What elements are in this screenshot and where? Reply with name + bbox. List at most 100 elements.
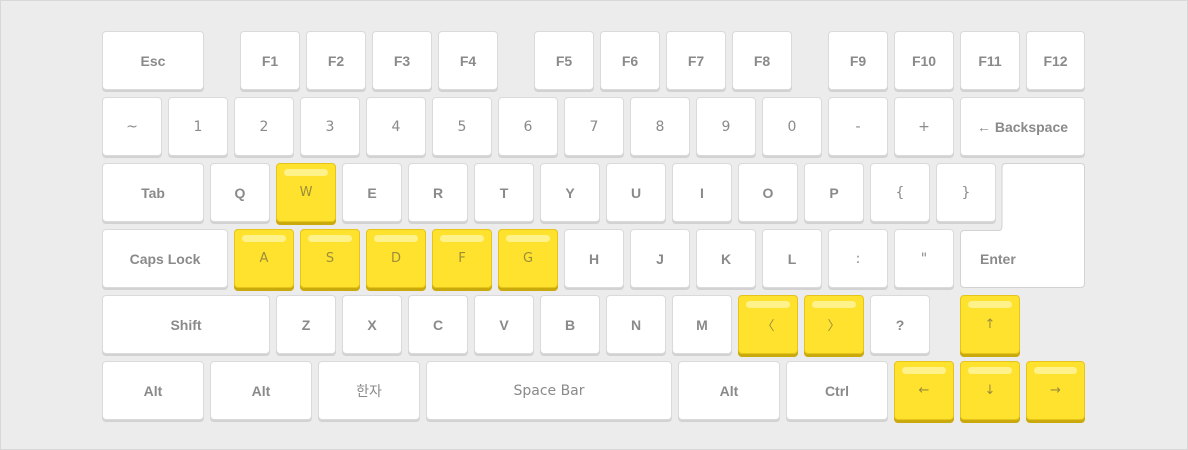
- key-u[interactable]: U: [606, 163, 666, 222]
- key-7[interactable]: 7: [564, 97, 624, 156]
- key-label: L: [787, 250, 797, 267]
- key-a[interactable]: A: [234, 229, 294, 288]
- key-3[interactable]: 3: [300, 97, 360, 156]
- key-plus[interactable]: +: [894, 97, 954, 156]
- key-h[interactable]: H: [564, 229, 624, 288]
- key-arrow-down[interactable]: ↓: [960, 361, 1020, 420]
- key-space-bar[interactable]: Space Bar: [426, 361, 672, 420]
- key-i[interactable]: I: [672, 163, 732, 222]
- key-label: N: [630, 316, 642, 333]
- key-1[interactable]: 1: [168, 97, 228, 156]
- key-label: Caps Lock: [129, 250, 201, 267]
- key-label: F11: [978, 52, 1002, 69]
- key-f12[interactable]: F12: [1026, 31, 1085, 90]
- key-label: Alt: [719, 382, 739, 399]
- key-alt-right[interactable]: Alt: [678, 361, 780, 420]
- key-f11[interactable]: F11: [960, 31, 1020, 90]
- key-minus[interactable]: -: [828, 97, 888, 156]
- key-left-brace[interactable]: {: [870, 163, 930, 222]
- key-label: Alt: [251, 382, 271, 399]
- key-0[interactable]: 0: [762, 97, 822, 156]
- key-f2[interactable]: F2: [306, 31, 366, 90]
- key-label: Space Bar: [513, 382, 585, 399]
- key-esc[interactable]: Esc: [102, 31, 204, 90]
- key-question[interactable]: ?: [870, 295, 930, 354]
- key-f3[interactable]: F3: [372, 31, 432, 90]
- key-period[interactable]: 〉: [804, 295, 864, 354]
- key-right-brace[interactable]: }: [936, 163, 996, 222]
- key-g[interactable]: G: [498, 229, 558, 288]
- key-comma[interactable]: 〈: [738, 295, 798, 354]
- key-k[interactable]: K: [696, 229, 756, 288]
- key-colon[interactable]: :: [828, 229, 888, 288]
- key-label: R: [432, 184, 444, 201]
- key-2[interactable]: 2: [234, 97, 294, 156]
- key-label: G: [522, 251, 534, 266]
- key-8[interactable]: 8: [630, 97, 690, 156]
- key-f[interactable]: F: [432, 229, 492, 288]
- key-quote[interactable]: ": [894, 229, 954, 288]
- key-hanja[interactable]: 한자: [318, 361, 420, 420]
- key-tab[interactable]: Tab: [102, 163, 204, 222]
- key-label: F12: [1043, 52, 1068, 69]
- key-j[interactable]: J: [630, 229, 690, 288]
- key-label: Shift: [170, 316, 202, 333]
- key-t[interactable]: T: [474, 163, 534, 222]
- key-label: M: [696, 316, 708, 333]
- key-f10[interactable]: F10: [894, 31, 954, 90]
- key-arrow-right[interactable]: →: [1026, 361, 1085, 420]
- key-n[interactable]: N: [606, 295, 666, 354]
- key-arrow-left[interactable]: ←: [894, 361, 954, 420]
- key-caps-lock[interactable]: Caps Lock: [102, 229, 228, 288]
- key-l[interactable]: L: [762, 229, 822, 288]
- key-6[interactable]: 6: [498, 97, 558, 156]
- key-label: +: [918, 118, 930, 135]
- key-f1[interactable]: F1: [240, 31, 300, 90]
- key-y[interactable]: Y: [540, 163, 600, 222]
- key-f8[interactable]: F8: [732, 31, 792, 90]
- key-label: Alt: [143, 382, 163, 399]
- key-ctrl[interactable]: Ctrl: [786, 361, 888, 420]
- key-s[interactable]: S: [300, 229, 360, 288]
- key-5[interactable]: 5: [432, 97, 492, 156]
- key-backspace[interactable]: ← Backspace: [960, 97, 1085, 156]
- key-d[interactable]: D: [366, 229, 426, 288]
- key-label: S: [325, 251, 335, 266]
- key-f5[interactable]: F5: [534, 31, 594, 90]
- arrow-right-icon: →: [1050, 383, 1061, 398]
- key-tilde[interactable]: ~: [102, 97, 162, 156]
- key-label: W: [299, 185, 313, 200]
- key-c[interactable]: C: [408, 295, 468, 354]
- key-p[interactable]: P: [804, 163, 864, 222]
- key-z[interactable]: Z: [276, 295, 336, 354]
- key-arrow-up[interactable]: ↑: [960, 295, 1020, 354]
- key-f4[interactable]: F4: [438, 31, 498, 90]
- key-m[interactable]: M: [672, 295, 732, 354]
- key-f9[interactable]: F9: [828, 31, 888, 90]
- key-o[interactable]: O: [738, 163, 798, 222]
- key-x[interactable]: X: [342, 295, 402, 354]
- key-label: O: [762, 184, 774, 201]
- key-label: 9: [721, 118, 731, 135]
- key-f6[interactable]: F6: [600, 31, 660, 90]
- key-label: J: [656, 250, 664, 267]
- key-e[interactable]: E: [342, 163, 402, 222]
- key-4[interactable]: 4: [366, 97, 426, 156]
- key-enter[interactable]: Enter: [961, 231, 1031, 286]
- key-v[interactable]: V: [474, 295, 534, 354]
- key-alt-left[interactable]: Alt: [102, 361, 204, 420]
- key-f7[interactable]: F7: [666, 31, 726, 90]
- arrow-down-icon: ↓: [984, 383, 996, 398]
- key-label: F4: [459, 52, 477, 69]
- key-label: :: [855, 250, 861, 267]
- key-9[interactable]: 9: [696, 97, 756, 156]
- key-label: {: [895, 184, 905, 201]
- key-alt-second[interactable]: Alt: [210, 361, 312, 420]
- key-shift[interactable]: Shift: [102, 295, 270, 354]
- key-label: D: [390, 251, 401, 266]
- key-b[interactable]: B: [540, 295, 600, 354]
- key-r[interactable]: R: [408, 163, 468, 222]
- key-q[interactable]: Q: [210, 163, 270, 222]
- key-label: ← Backspace: [976, 118, 1069, 135]
- key-w[interactable]: W: [276, 163, 336, 222]
